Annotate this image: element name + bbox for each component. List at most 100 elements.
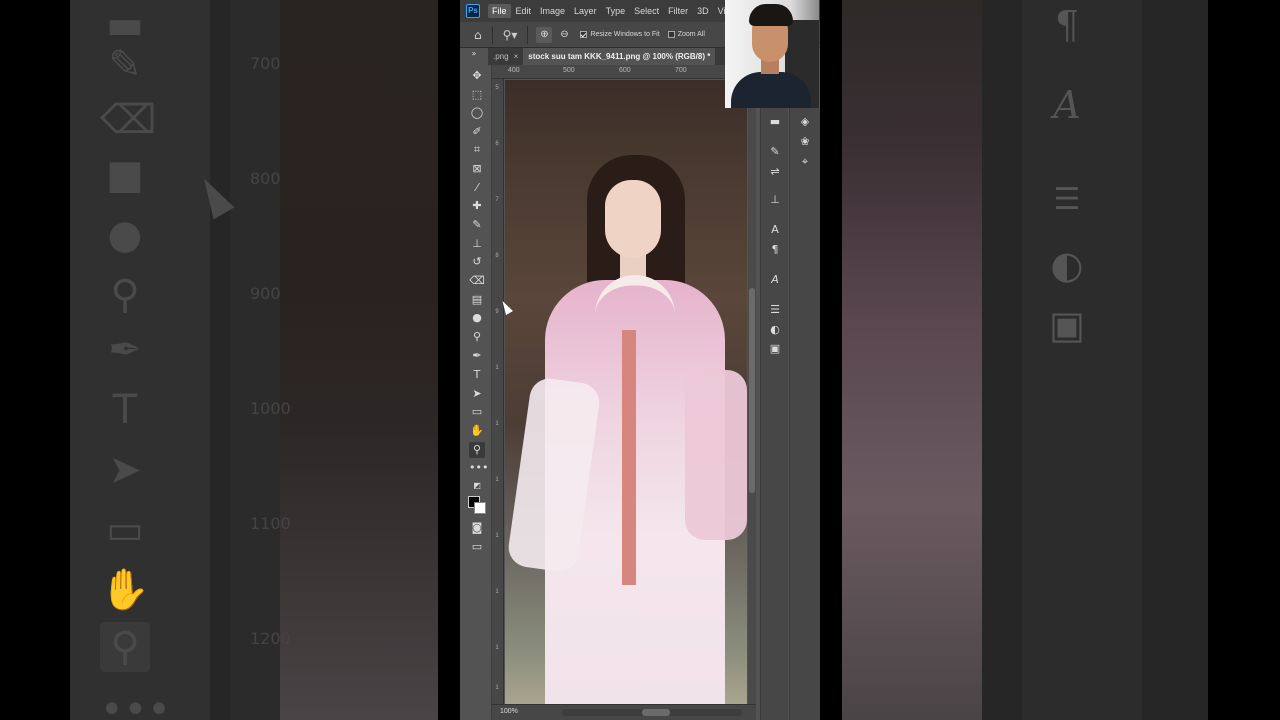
ruler-label: 1 bbox=[495, 421, 499, 427]
menu-layer[interactable]: Layer bbox=[570, 4, 601, 18]
photo-subject-face bbox=[605, 180, 661, 258]
resize-windows-checkbox[interactable]: Resize Windows to Fit bbox=[580, 31, 660, 38]
ruler-label: 1 bbox=[495, 477, 499, 483]
eraser-icon[interactable]: ⌫ bbox=[469, 273, 485, 289]
history-brush-icon[interactable]: ↺ bbox=[469, 254, 485, 270]
eyedropper-icon[interactable]: ⁄ bbox=[469, 180, 485, 196]
zoom-all-label: Zoom All bbox=[677, 31, 705, 38]
photo-subject-sash bbox=[622, 330, 636, 585]
gradient-icon[interactable]: ▤ bbox=[469, 292, 485, 308]
rectangle-icon[interactable]: ▭ bbox=[469, 404, 485, 420]
close-icon[interactable]: × bbox=[514, 52, 519, 61]
menu-file[interactable]: File bbox=[488, 4, 511, 18]
brush-icon[interactable]: ✎ bbox=[469, 217, 485, 233]
paragraph-icon[interactable]: ¶ bbox=[767, 242, 783, 258]
zoom-in-icon[interactable]: ⊕ bbox=[536, 26, 553, 43]
frame-icon[interactable]: ⊠ bbox=[469, 161, 485, 177]
status-bar: 100% bbox=[492, 704, 756, 720]
path-select-icon[interactable]: ➤ bbox=[469, 386, 485, 402]
ruler-label: 400 bbox=[508, 67, 520, 74]
checkbox-checked-icon bbox=[580, 31, 588, 38]
brush-settings-icon[interactable]: ✎ bbox=[767, 144, 783, 160]
ruler-label: 8 bbox=[495, 253, 499, 259]
type-icon[interactable]: T bbox=[469, 367, 485, 383]
expand-panel-icon[interactable]: » bbox=[466, 46, 482, 62]
scrollbar-thumb[interactable] bbox=[642, 709, 670, 716]
pen-icon[interactable]: ✒ bbox=[469, 348, 485, 364]
photoshop-logo-icon: Ps bbox=[466, 4, 480, 18]
photoshop-window: Ps File Edit Image Layer Type Select Fil… bbox=[460, 0, 820, 720]
ruler-label: 600 bbox=[619, 67, 631, 74]
ruler-label: 7 bbox=[495, 197, 499, 203]
tools-panel: » ✥ ⬚ ◯ ✐ ⌗ ⊠ ⁄ ✚ ✎ ⊥ ↺ ⌫ ▤ ● ⚲ ✒ T ➤ ▭ … bbox=[460, 48, 492, 720]
menu-image[interactable]: Image bbox=[536, 4, 569, 18]
menu-3d[interactable]: 3D bbox=[693, 4, 713, 18]
zoom-tool-preset-icon[interactable]: ⚲▾ bbox=[503, 28, 518, 42]
glyphs-icon[interactable]: A bbox=[767, 272, 783, 288]
tab-previous-document[interactable]: .png × bbox=[488, 48, 523, 65]
marquee-icon[interactable]: ⬚ bbox=[469, 87, 485, 103]
paths-icon[interactable]: ⌖ bbox=[797, 154, 813, 170]
character-icon[interactable]: A bbox=[767, 222, 783, 238]
screen: ▬ ✎ ⌫ ■ ● ⚲ ✒ T ➤ ▭ ✋ ⚲ ••• 700 800 900 … bbox=[0, 0, 1280, 720]
webcam-overlay bbox=[725, 0, 819, 108]
tab-active-document[interactable]: stock suu tam KKK_9411.png @ 100% (RGB/8… bbox=[523, 48, 716, 65]
zoom-level[interactable]: 100% bbox=[500, 708, 518, 715]
ruler-label: 1 bbox=[495, 645, 499, 651]
background-left-blur: ▬ ✎ ⌫ ■ ● ⚲ ✒ T ➤ ▭ ✋ ⚲ ••• 700 800 900 … bbox=[70, 0, 438, 720]
gradient-icon: ■ bbox=[106, 152, 144, 198]
tab-label: stock suu tam KKK_9411.png @ 100% (RGB/8… bbox=[528, 52, 711, 61]
document-canvas[interactable] bbox=[505, 80, 747, 704]
default-colors-icon[interactable]: ◩ ⇄ bbox=[469, 478, 485, 506]
dodge-icon[interactable]: ⚲ bbox=[469, 329, 485, 345]
menu-filter[interactable]: Filter bbox=[664, 4, 692, 18]
menu-select[interactable]: Select bbox=[630, 4, 663, 18]
zoom-all-checkbox[interactable]: Zoom All bbox=[667, 31, 705, 38]
adjust-icon[interactable]: ⇌ bbox=[767, 164, 783, 180]
scrollbar-thumb[interactable] bbox=[749, 288, 755, 493]
background-photo bbox=[280, 0, 438, 720]
menu-edit[interactable]: Edit bbox=[512, 4, 536, 18]
rectangle-icon: ▭ bbox=[106, 507, 144, 553]
dodge-icon: ⚲ bbox=[110, 272, 140, 318]
lasso-icon[interactable]: ◯ bbox=[469, 105, 485, 121]
home-icon[interactable]: ⌂ bbox=[474, 28, 482, 42]
channels-icon[interactable]: ❀ bbox=[797, 134, 813, 150]
ruler-label: 1 bbox=[495, 365, 499, 371]
stamp-icon[interactable]: ⊥ bbox=[469, 236, 485, 252]
ruler-label: 500 bbox=[563, 67, 575, 74]
zoom-icon[interactable]: ⚲ bbox=[469, 442, 485, 458]
comment-icon[interactable]: ▬ bbox=[767, 114, 783, 130]
move-icon[interactable]: ✥ bbox=[469, 68, 485, 84]
ruler-label: 6 bbox=[495, 141, 499, 147]
more-icon: ••• bbox=[100, 687, 171, 720]
background-ruler-label: 1200 bbox=[250, 630, 291, 648]
quick-select-icon[interactable]: ✐ bbox=[469, 124, 485, 140]
ruler-label: 1 bbox=[495, 589, 499, 595]
adjustments-icon[interactable]: ◐ bbox=[767, 322, 783, 338]
spot-healing-icon[interactable]: ✚ bbox=[469, 198, 485, 214]
layers-icon[interactable]: ◈ bbox=[797, 114, 813, 130]
libraries-icon[interactable]: ▣ bbox=[767, 341, 783, 357]
photo-subject-sleeve bbox=[685, 370, 747, 540]
more-icon[interactable]: ••• bbox=[469, 460, 488, 476]
path-select-icon: ➤ bbox=[108, 447, 142, 493]
zoom-out-icon[interactable]: ⊖ bbox=[556, 27, 572, 43]
webcam-person-shirt bbox=[731, 72, 811, 108]
options-divider bbox=[527, 25, 529, 44]
hand-icon: ✋ bbox=[100, 567, 150, 613]
ruler-label: 9 bbox=[495, 309, 499, 315]
quick-mask-icon[interactable]: ◙ bbox=[469, 520, 485, 536]
crop-icon[interactable]: ⌗ bbox=[469, 142, 485, 158]
screen-mode-icon[interactable]: ▭ bbox=[469, 539, 485, 555]
stamp-panel-icon[interactable]: ⊥ bbox=[767, 192, 783, 208]
menu-type[interactable]: Type bbox=[602, 4, 630, 18]
ruler-label: 700 bbox=[675, 67, 687, 74]
blur-icon[interactable]: ● bbox=[469, 310, 485, 326]
vertical-scrollbar[interactable] bbox=[748, 80, 756, 704]
properties-icon[interactable]: ☰ bbox=[767, 302, 783, 318]
hand-icon[interactable]: ✋ bbox=[469, 423, 485, 439]
panel-dock-primary: ◈ ❀ ⌖ bbox=[789, 108, 820, 720]
background-color-swatch[interactable] bbox=[474, 502, 486, 514]
horizontal-scrollbar[interactable] bbox=[562, 709, 742, 716]
